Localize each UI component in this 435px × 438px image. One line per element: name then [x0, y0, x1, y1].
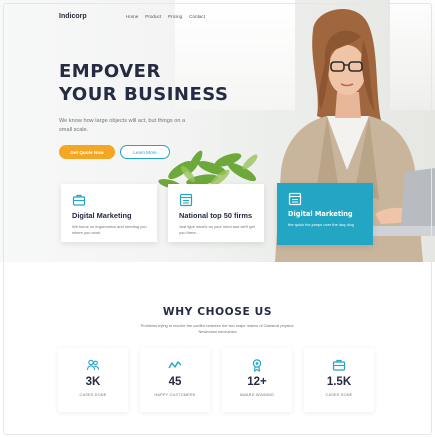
award-icon	[252, 359, 262, 372]
stat-value: 3K	[85, 376, 101, 388]
feature-description: the quick fox jumps over the lazy dog	[288, 222, 354, 227]
stat-card: 12+ AWARD WINNING	[222, 348, 292, 412]
stat-label: CASES DONE	[79, 393, 107, 397]
browser-icon	[179, 193, 193, 207]
users-icon	[86, 359, 100, 371]
stat-label: CASES DONE	[325, 393, 353, 397]
feature-title: Digital Marketing	[72, 211, 132, 220]
feature-card-active[interactable]: Digital Marketing the quick fox jumps ov…	[277, 183, 373, 245]
stat-card: 1.5K CASES DONE	[304, 348, 374, 412]
nav-link-pricing[interactable]: Pricing	[168, 14, 182, 19]
stat-value: 45	[168, 376, 182, 388]
feature-card[interactable]: National top 50 firms Just type what's o…	[168, 184, 264, 242]
nav-link-product[interactable]: Product	[145, 14, 161, 19]
get-quote-button[interactable]: Get Quote Now	[59, 145, 115, 159]
browser-icon	[288, 192, 302, 206]
section-subtitle: Problems trying to resolve the conflict …	[140, 323, 295, 334]
learn-more-button[interactable]: Learn More	[120, 145, 170, 159]
section-title: WHY CHOOSE US	[162, 306, 273, 318]
hero-title-line1: EMPOVER	[59, 61, 161, 82]
top-nav: Indicorp Home Product Pricing Contact	[59, 13, 435, 25]
stat-card: 3K CASES DONE	[58, 348, 128, 412]
trend-icon	[168, 361, 182, 369]
stat-label: HAPPY CUSTOMERS	[154, 393, 196, 397]
feature-title: National top 50 firms	[179, 211, 253, 220]
feature-card[interactable]: Digital Marketing We focus on ergonomics…	[61, 184, 157, 242]
briefcase-icon	[332, 359, 346, 371]
stat-card: 45 HAPPY CUSTOMERS	[140, 348, 210, 412]
nav-link-home[interactable]: Home	[126, 14, 138, 19]
landing-page: Indicorp Home Product Pricing Contact EM…	[0, 0, 435, 438]
brand-logo[interactable]: Indicorp	[59, 13, 87, 20]
hero-title: EMPOVER YOUR BUSINESS	[59, 60, 228, 106]
feature-title: Digital Marketing	[288, 210, 353, 218]
hero-subtitle: We know how large objects will act, but …	[59, 118, 186, 133]
briefcase-icon	[72, 194, 86, 206]
hero-title-line2: YOUR BUSINESS	[59, 84, 229, 105]
feature-description: Just type what's on your mind and we'll …	[179, 224, 255, 235]
stat-value: 1.5K	[326, 376, 352, 388]
feature-description: We focus on ergonomics and meeting you w…	[72, 224, 147, 235]
stat-label: AWARD WINNING	[239, 393, 275, 397]
stat-value: 12+	[247, 376, 267, 388]
nav-link-contact[interactable]: Contact	[189, 14, 205, 19]
nav-menu: Home Product Pricing Contact	[126, 14, 205, 19]
